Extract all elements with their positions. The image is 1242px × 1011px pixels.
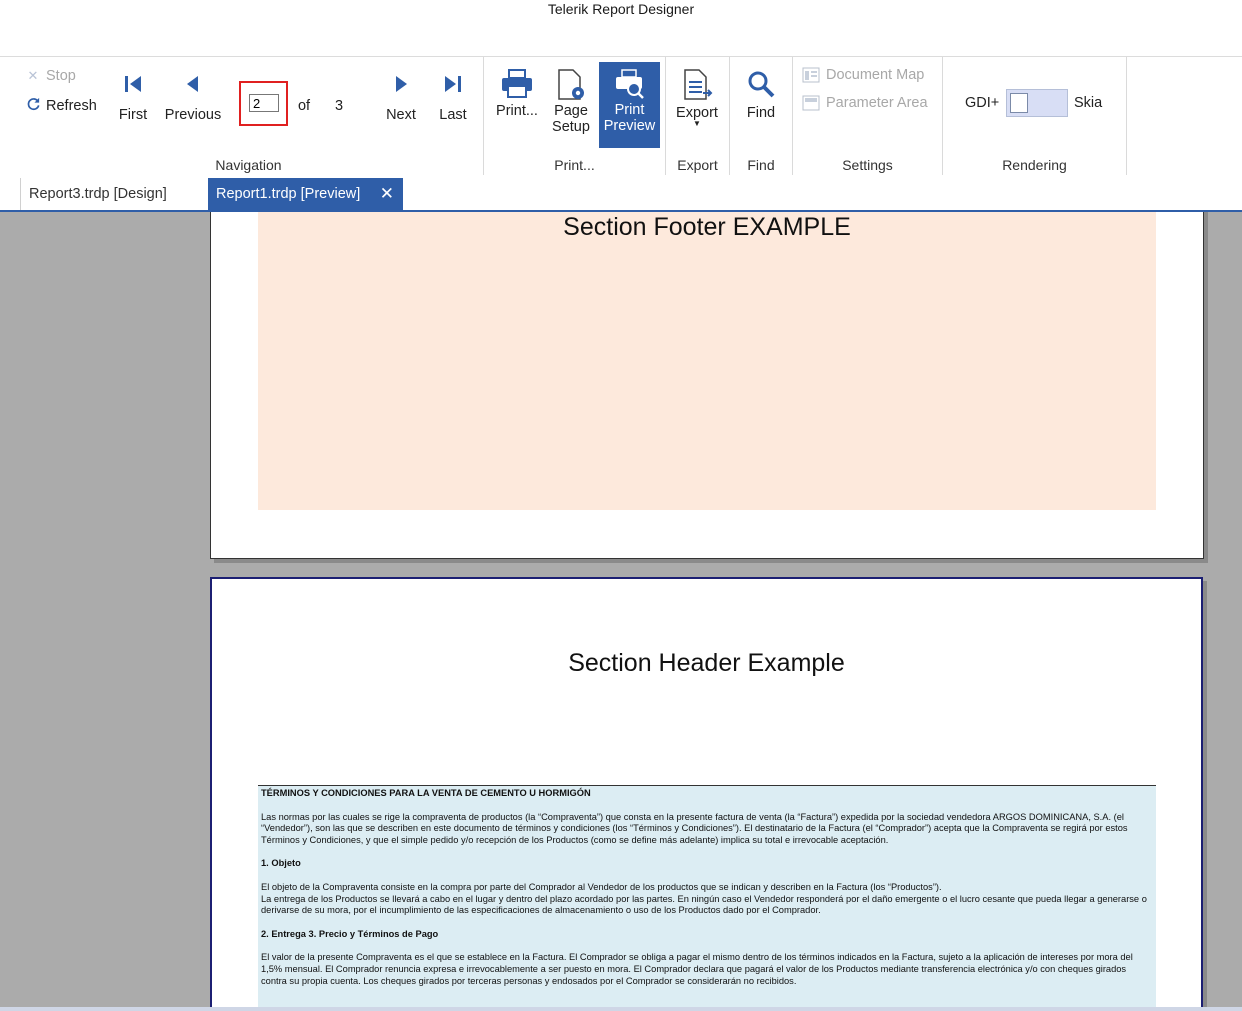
find-group-label: Find bbox=[747, 157, 775, 173]
rendering-group-label: Rendering bbox=[1002, 157, 1067, 173]
stop-icon: ✕ bbox=[27, 68, 39, 83]
print-preview-label: Print Preview bbox=[599, 102, 660, 134]
document-map-icon bbox=[802, 67, 820, 83]
export-button[interactable]: Export ▼ bbox=[672, 69, 722, 128]
terms-paragraph-2b: La entrega de los Productos se llevará a… bbox=[261, 893, 1147, 916]
close-tab-icon[interactable]: ✕ bbox=[380, 178, 394, 210]
rendering-group: GDI+ Skia Rendering bbox=[943, 57, 1127, 175]
of-label: of bbox=[297, 98, 311, 114]
document-map-label: Document Map bbox=[826, 67, 925, 83]
navigation-group: ✕ Stop Refresh First Previous of 3 Next bbox=[14, 57, 484, 175]
export-dropdown-arrow-icon: ▼ bbox=[693, 119, 701, 128]
navigation-group-label: Navigation bbox=[215, 157, 282, 173]
refresh-icon bbox=[26, 96, 40, 115]
next-label: Next bbox=[386, 107, 416, 123]
last-page-button[interactable]: Last bbox=[434, 75, 472, 123]
rendering-toggle[interactable] bbox=[1006, 89, 1068, 117]
terms-heading-1: 1. Objeto bbox=[261, 858, 301, 869]
ribbon: ✕ Stop Refresh First Previous of 3 Next bbox=[0, 56, 1242, 177]
document-map-button[interactable]: Document Map bbox=[802, 67, 924, 83]
rendering-toggle-knob bbox=[1010, 93, 1028, 113]
parameter-area-button[interactable]: Parameter Area bbox=[802, 95, 928, 111]
find-icon bbox=[748, 71, 775, 98]
previous-page-icon bbox=[187, 76, 198, 92]
page-setup-label: Page Setup bbox=[550, 103, 592, 135]
find-group: Find Find bbox=[730, 57, 793, 175]
section-footer-text: Section Footer EXAMPLE bbox=[563, 213, 851, 241]
printer-icon bbox=[502, 69, 532, 98]
next-page-button[interactable]: Next bbox=[382, 75, 420, 123]
parameter-area-label: Parameter Area bbox=[826, 95, 928, 111]
total-pages: 3 bbox=[334, 98, 344, 114]
parameter-area-icon bbox=[802, 95, 820, 111]
settings-group-label: Settings bbox=[842, 157, 893, 173]
settings-group: Document Map Parameter Area Settings bbox=[793, 57, 943, 175]
tab-report3-label: Report3.trdp [Design] bbox=[29, 186, 167, 202]
first-page-button[interactable]: First bbox=[114, 75, 152, 123]
terms-conditions-block: TÉRMINOS Y CONDICIONES PARA LA VENTA DE … bbox=[258, 785, 1156, 1007]
section-footer-band: Section Footer EXAMPLE bbox=[258, 212, 1156, 510]
first-page-icon bbox=[125, 76, 141, 92]
refresh-button[interactable]: Refresh bbox=[26, 96, 97, 115]
terms-paragraph-1: Las normas por las cuales se rige la com… bbox=[261, 811, 1128, 845]
page-number-input[interactable] bbox=[249, 94, 279, 112]
report-page-1: Section Footer EXAMPLE bbox=[210, 212, 1204, 559]
status-bar bbox=[0, 1007, 1242, 1011]
page-number-box bbox=[239, 81, 288, 126]
export-icon bbox=[684, 69, 713, 100]
section-header-text: Section Header Example bbox=[568, 649, 845, 677]
tab-report1-label: Report1.trdp [Preview] bbox=[216, 186, 361, 202]
report-viewer[interactable]: Section Footer EXAMPLE Section Header Ex… bbox=[0, 212, 1242, 1007]
gdi-label: GDI+ bbox=[965, 95, 1000, 111]
window-title: Telerik Report Designer bbox=[547, 1, 695, 17]
terms-heading-2: 2. Entrega 3. Precio y Términos de Pago bbox=[261, 928, 439, 939]
skia-label: Skia bbox=[1074, 95, 1103, 111]
print-preview-label-line2: Preview bbox=[603, 118, 656, 134]
print-preview-label-line1: Print bbox=[614, 102, 645, 118]
export-group-label: Export bbox=[677, 157, 718, 173]
terms-title: TÉRMINOS Y CONDICIONES PARA LA VENTA DE … bbox=[261, 788, 591, 798]
title-bar: Telerik Report Designer bbox=[0, 0, 1242, 56]
refresh-label: Refresh bbox=[46, 97, 97, 114]
print-button[interactable]: Print... bbox=[492, 69, 542, 119]
print-group-label: Print... bbox=[554, 157, 595, 173]
terms-paragraph-2a: El objeto de la Compraventa consiste en … bbox=[261, 881, 942, 892]
print-preview-button[interactable]: Print Preview bbox=[599, 62, 660, 148]
page-setup-button[interactable]: Page Setup bbox=[550, 69, 592, 135]
page-setup-label-line2: Setup bbox=[552, 119, 590, 135]
previous-label: Previous bbox=[164, 107, 222, 123]
print-group: Print... Page Setup Print Preview Print.… bbox=[484, 57, 666, 175]
print-preview-icon bbox=[615, 69, 644, 99]
find-button[interactable]: Find bbox=[738, 69, 784, 121]
last-label: Last bbox=[439, 107, 467, 123]
document-tabs: Report3.trdp [Design] Report1.trdp [Prev… bbox=[0, 176, 1242, 212]
find-label: Find bbox=[746, 105, 776, 121]
first-label: First bbox=[118, 107, 148, 123]
page-setup-icon bbox=[558, 69, 584, 100]
tab-report1-preview[interactable]: Report1.trdp [Preview] ✕ bbox=[208, 178, 403, 210]
tab-report3-design[interactable]: Report3.trdp [Design] bbox=[20, 178, 208, 210]
page-setup-label-line1: Page bbox=[554, 103, 588, 119]
previous-page-button[interactable]: Previous bbox=[162, 75, 224, 123]
stop-label: Stop bbox=[46, 68, 76, 84]
next-page-icon bbox=[396, 76, 407, 92]
last-page-icon bbox=[445, 76, 461, 92]
export-group: Export ▼ Export bbox=[666, 57, 730, 175]
report-page-2: Section Header Example TÉRMINOS Y CONDIC… bbox=[210, 577, 1203, 1007]
stop-button[interactable]: ✕ Stop bbox=[26, 68, 76, 84]
print-label: Print... bbox=[496, 103, 538, 119]
terms-paragraph-3: El valor de la presente Compraventa es e… bbox=[261, 952, 1133, 986]
